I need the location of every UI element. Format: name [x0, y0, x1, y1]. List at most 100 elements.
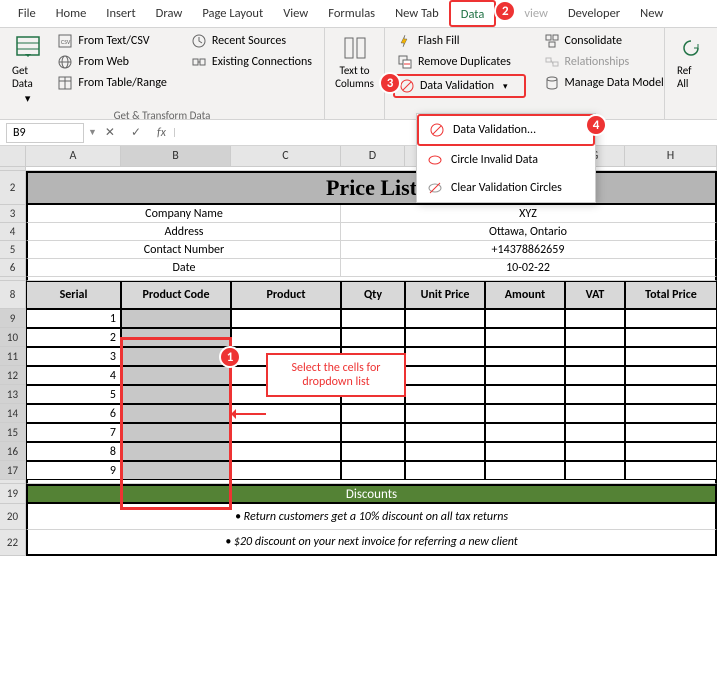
table-row-qty[interactable] [341, 404, 405, 423]
table-row-unit-price[interactable] [405, 404, 485, 423]
table-row-qty[interactable] [341, 442, 405, 461]
table-row-product[interactable] [231, 423, 341, 442]
tab-draw[interactable]: Draw [146, 1, 193, 26]
name-box-dropdown[interactable]: ▼ [88, 127, 97, 138]
tab-page-layout[interactable]: Page Layout [192, 1, 273, 26]
table-row-total-price[interactable] [625, 309, 717, 328]
row-19[interactable]: 19 [0, 484, 26, 504]
row-5[interactable]: 5 [0, 241, 26, 259]
consolidate-button[interactable]: Consolidate [540, 32, 668, 50]
table-row-vat[interactable] [565, 366, 625, 385]
col-C[interactable]: C [231, 146, 341, 166]
tab-view-2[interactable]: view [514, 1, 558, 26]
table-row-amount[interactable] [485, 328, 565, 347]
table-row-product-code[interactable] [121, 385, 231, 404]
table-row-serial[interactable]: 3 [26, 347, 121, 366]
table-row-unit-price[interactable] [405, 347, 485, 366]
table-row-vat[interactable] [565, 461, 625, 480]
table-row-qty[interactable] [341, 423, 405, 442]
row-13[interactable]: 13 [0, 385, 26, 404]
col-D[interactable]: D [341, 146, 405, 166]
table-row-product-code[interactable] [121, 309, 231, 328]
row-20[interactable]: 20 [0, 504, 26, 530]
table-row-unit-price[interactable] [405, 423, 485, 442]
table-row-serial[interactable]: 7 [26, 423, 121, 442]
table-row-product-code[interactable] [121, 423, 231, 442]
table-row-total-price[interactable] [625, 328, 717, 347]
select-all-corner[interactable] [0, 146, 26, 166]
from-text-csv-button[interactable]: CSV From Text/CSV [53, 32, 171, 50]
circle-invalid-data-item[interactable]: Circle Invalid Data [417, 146, 595, 174]
table-row-total-price[interactable] [625, 385, 717, 404]
table-row-amount[interactable] [485, 423, 565, 442]
table-row-unit-price[interactable] [405, 461, 485, 480]
table-row-amount[interactable] [485, 309, 565, 328]
table-row-amount[interactable] [485, 385, 565, 404]
row-14[interactable]: 14 [0, 404, 26, 423]
table-row-vat[interactable] [565, 442, 625, 461]
tab-new-tab[interactable]: New Tab [385, 1, 449, 26]
table-row-serial[interactable]: 4 [26, 366, 121, 385]
refresh-all-button[interactable]: Ref All [673, 32, 709, 92]
table-row-product-code[interactable] [121, 404, 231, 423]
table-row-product[interactable] [231, 309, 341, 328]
existing-connections-button[interactable]: Existing Connections [187, 53, 316, 71]
tab-new-tab-2[interactable]: New [630, 1, 673, 26]
row-12[interactable]: 12 [0, 366, 26, 385]
table-row-unit-price[interactable] [405, 385, 485, 404]
table-row-total-price[interactable] [625, 347, 717, 366]
table-row-serial[interactable]: 1 [26, 309, 121, 328]
table-row-vat[interactable] [565, 404, 625, 423]
row-15[interactable]: 15 [0, 423, 26, 442]
flash-fill-button[interactable]: Flash Fill [393, 32, 526, 50]
col-B[interactable]: B [121, 146, 231, 166]
table-row-amount[interactable] [485, 347, 565, 366]
table-row-amount[interactable] [485, 442, 565, 461]
table-row-total-price[interactable] [625, 461, 717, 480]
tab-developer[interactable]: Developer [558, 1, 630, 26]
get-data-button[interactable]: Get Data ▾ [8, 32, 47, 107]
row-10[interactable]: 10 [0, 328, 26, 347]
name-box[interactable]: B9 [6, 123, 84, 143]
fb-confirm[interactable]: ✓ [123, 125, 149, 140]
recent-sources-button[interactable]: Recent Sources [187, 32, 316, 50]
table-row-vat[interactable] [565, 385, 625, 404]
fx-label[interactable]: fx [149, 126, 174, 140]
table-row-total-price[interactable] [625, 442, 717, 461]
table-row-product-code[interactable] [121, 442, 231, 461]
text-to-columns-button[interactable]: Text to Columns [333, 32, 376, 92]
table-row-unit-price[interactable] [405, 442, 485, 461]
row-2[interactable]: 2 [0, 171, 26, 205]
table-row-vat[interactable] [565, 328, 625, 347]
table-row-product-code[interactable] [121, 366, 231, 385]
table-row-qty[interactable] [341, 461, 405, 480]
clear-validation-circles-item[interactable]: Clear Validation Circles [417, 174, 595, 202]
manage-data-model-button[interactable]: Manage Data Model [540, 74, 668, 92]
table-row-serial[interactable]: 6 [26, 404, 121, 423]
table-row-vat[interactable] [565, 309, 625, 328]
table-row-amount[interactable] [485, 461, 565, 480]
table-row-total-price[interactable] [625, 366, 717, 385]
tab-data[interactable]: Data 2 [449, 0, 497, 27]
table-row-product-code[interactable] [121, 347, 231, 366]
row-16[interactable]: 16 [0, 442, 26, 461]
data-validation-menu-item[interactable]: Data Validation... 4 [417, 114, 595, 146]
table-row-product[interactable] [231, 328, 341, 347]
tab-formulas[interactable]: Formulas [318, 1, 385, 26]
table-row-serial[interactable]: 2 [26, 328, 121, 347]
table-row-serial[interactable]: 9 [26, 461, 121, 480]
table-row-total-price[interactable] [625, 404, 717, 423]
table-row-unit-price[interactable] [405, 366, 485, 385]
table-row-amount[interactable] [485, 404, 565, 423]
tab-insert[interactable]: Insert [96, 1, 145, 26]
table-row-product-code[interactable] [121, 328, 231, 347]
tab-view[interactable]: View [273, 1, 318, 26]
data-validation-button[interactable]: Data Validation ▾ 3 [393, 74, 526, 98]
from-web-button[interactable]: From Web [53, 53, 171, 71]
table-row-total-price[interactable] [625, 423, 717, 442]
table-row-serial[interactable]: 8 [26, 442, 121, 461]
row-8[interactable]: 8 [0, 281, 26, 309]
row-3[interactable]: 3 [0, 205, 26, 223]
tab-file[interactable]: File [8, 1, 46, 26]
table-row-serial[interactable]: 5 [26, 385, 121, 404]
